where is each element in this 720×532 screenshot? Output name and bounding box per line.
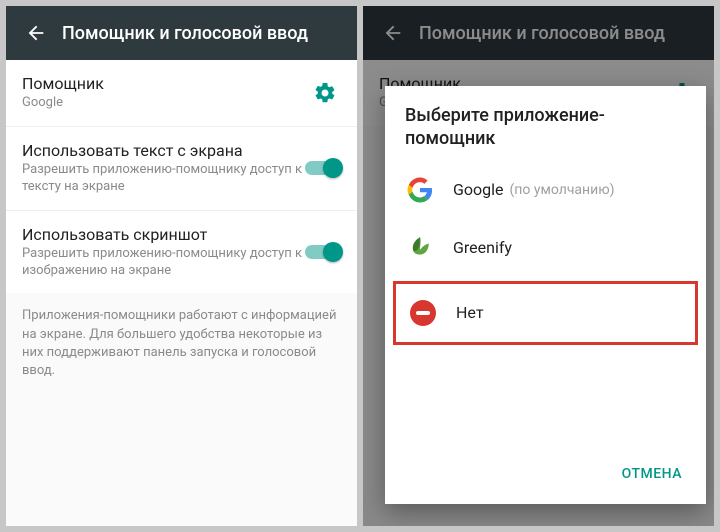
row-title: Использовать текст с экрана [22, 141, 305, 160]
none-icon [408, 298, 438, 328]
option-label: Google [453, 180, 504, 199]
back-button[interactable] [18, 15, 54, 51]
option-google[interactable]: Google (по умолчанию) [385, 161, 706, 219]
row-title: Помощник [22, 74, 309, 93]
greenify-icon [405, 233, 435, 263]
cancel-button[interactable]: ОТМЕНА [612, 458, 692, 490]
switch-thumb [323, 158, 343, 178]
option-hint: (по умолчанию) [510, 182, 615, 198]
footer-note: Приложения-помощники работают с информац… [6, 293, 357, 394]
gear-icon [313, 81, 337, 105]
switch-thumb [323, 242, 343, 262]
dialog-actions: ОТМЕНА [385, 448, 706, 504]
use-text-toggle[interactable] [305, 158, 341, 178]
assistant-settings-button[interactable] [309, 81, 341, 105]
google-logo-icon [407, 177, 433, 203]
row-assistant[interactable]: Помощник Google [6, 60, 357, 126]
option-label: Нет [456, 303, 484, 322]
row-subtitle: Разрешить приложению-помощнику доступ к … [22, 162, 305, 196]
row-title: Использовать скриншот [22, 225, 305, 244]
option-none[interactable]: Нет [393, 281, 698, 345]
left-pane: Помощник и голосовой ввод Помощник Googl… [6, 6, 357, 526]
row-use-text[interactable]: Использовать текст с экрана Разрешить пр… [6, 126, 357, 210]
google-icon [405, 175, 435, 205]
right-pane: Помощник и голосовой ввод Помощник G Выб… [363, 6, 714, 526]
row-use-screenshot[interactable]: Использовать скриншот Разрешить приложен… [6, 210, 357, 294]
assistant-picker-dialog: Выберите приложение-помощник Google (по … [385, 86, 706, 504]
appbar: Помощник и голосовой ввод [6, 6, 357, 60]
option-label: Greenify [453, 238, 512, 257]
leaf-icon [407, 235, 433, 261]
row-subtitle: Разрешить приложению-помощнику доступ к … [22, 246, 305, 280]
appbar-title: Помощник и голосовой ввод [62, 23, 308, 44]
settings-list: Помощник Google Использовать текст с экр… [6, 60, 357, 526]
option-greenify[interactable]: Greenify [385, 219, 706, 277]
arrow-left-icon [25, 22, 47, 44]
dialog-title: Выберите приложение-помощник [385, 86, 706, 161]
row-subtitle: Google [22, 95, 309, 112]
use-screenshot-toggle[interactable] [305, 242, 341, 262]
minus-circle-icon [410, 300, 436, 326]
